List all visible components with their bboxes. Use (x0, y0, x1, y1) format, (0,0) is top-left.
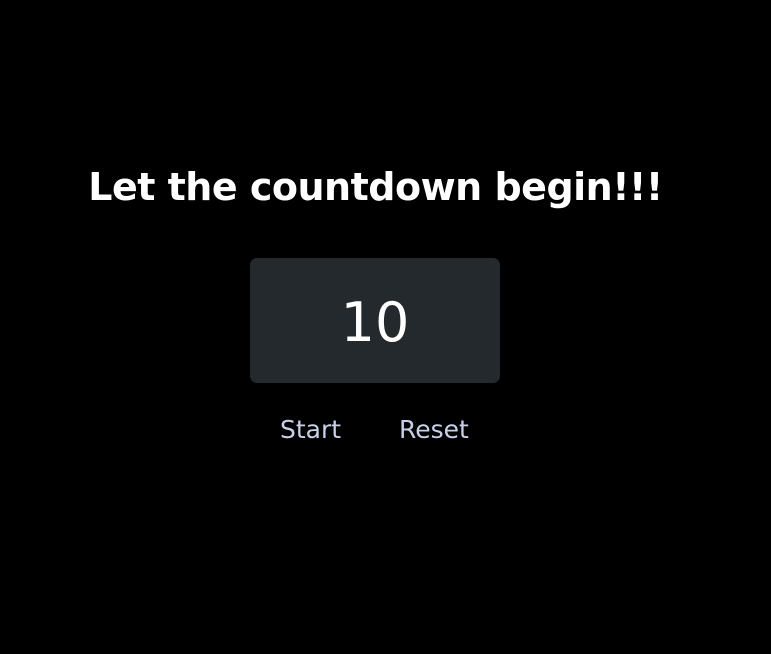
start-button[interactable]: Start (280, 412, 341, 448)
countdown-app: Let the countdown begin!!! 10 Start Rese… (0, 0, 771, 654)
countdown-value: 10 (340, 290, 410, 354)
reset-button[interactable]: Reset (399, 412, 469, 448)
page-title: Let the countdown begin!!! (88, 165, 663, 209)
countdown-display: 10 (250, 258, 500, 383)
countdown-controls: Start Reset (0, 412, 771, 452)
